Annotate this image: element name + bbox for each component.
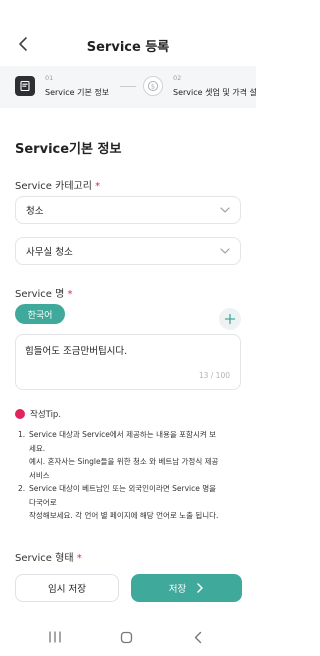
step-2-number: 02 bbox=[173, 74, 182, 82]
category-select[interactable]: 청소 bbox=[15, 196, 241, 224]
category-select-value: 청소 bbox=[26, 206, 44, 217]
svg-text:$: $ bbox=[151, 82, 155, 90]
step-2-dollar-icon: $ bbox=[143, 76, 163, 96]
subcategory-select[interactable]: 사무실 청소 bbox=[15, 237, 241, 265]
plus-icon bbox=[224, 313, 236, 325]
system-navigation-bar bbox=[0, 620, 256, 656]
tip-item: 1. Service 대상과 Service에서 제공하는 내용을 포함시켜 보 … bbox=[18, 430, 219, 480]
writing-tip-list: 1. Service 대상과 Service에서 제공하는 내용을 포함시켜 보 … bbox=[18, 428, 244, 523]
chevron-down-icon bbox=[220, 248, 230, 254]
category-label: Service 카테고리 * bbox=[15, 181, 101, 192]
system-back-icon[interactable] bbox=[192, 631, 204, 644]
home-icon[interactable] bbox=[120, 631, 133, 644]
character-counter: 13 / 100 bbox=[198, 371, 230, 380]
step-connector bbox=[120, 86, 136, 87]
tip-item: 2. Service 대상이 베트남인 또는 외국인이라면 Service 명을 … bbox=[18, 484, 219, 520]
bottom-action-bar: 임시 저장 저장 bbox=[0, 566, 256, 614]
step-1-document-icon bbox=[15, 76, 35, 96]
temp-save-button[interactable]: 임시 저장 bbox=[15, 574, 119, 602]
top-app-bar: Service 등록 bbox=[0, 28, 256, 62]
service-name-label: Service 명 * bbox=[15, 289, 73, 300]
step-1-number: 01 bbox=[45, 74, 54, 82]
back-arrow-icon[interactable] bbox=[14, 34, 34, 54]
step-1-label: Service 기본 정보 bbox=[45, 88, 110, 97]
writing-tip-header: 작성Tip. bbox=[15, 408, 61, 420]
service-type-label: Service 형태 * bbox=[15, 553, 82, 564]
chevron-down-icon bbox=[220, 207, 230, 213]
chevron-right-icon bbox=[197, 583, 203, 593]
subcategory-select-value: 사무실 청소 bbox=[26, 247, 73, 258]
language-tab-korean[interactable]: 한국어 bbox=[15, 304, 65, 324]
required-mark: * bbox=[67, 289, 73, 300]
save-button[interactable]: 저장 bbox=[131, 574, 242, 602]
add-language-button[interactable] bbox=[219, 308, 241, 330]
save-button-label: 저장 bbox=[168, 584, 187, 595]
service-name-textarea[interactable]: 힘들어도 조금만버팁시다. 13 / 100 bbox=[15, 334, 241, 390]
recent-apps-icon[interactable] bbox=[48, 631, 62, 643]
section-title: Service기본 정보 bbox=[15, 142, 122, 157]
progress-stepper: 01 Service 기본 정보 $ 02 Service 셋업 및 가격 설 bbox=[0, 66, 256, 108]
step-2-label: Service 셋업 및 가격 설 bbox=[173, 88, 256, 97]
required-mark: * bbox=[95, 181, 101, 192]
tip-title: 작성Tip. bbox=[30, 410, 62, 420]
required-mark: * bbox=[76, 553, 82, 564]
service-name-value: 힘들어도 조금만버팁시다. bbox=[25, 346, 128, 357]
tip-badge-icon bbox=[15, 409, 25, 419]
page-title: Service 등록 bbox=[86, 39, 170, 55]
